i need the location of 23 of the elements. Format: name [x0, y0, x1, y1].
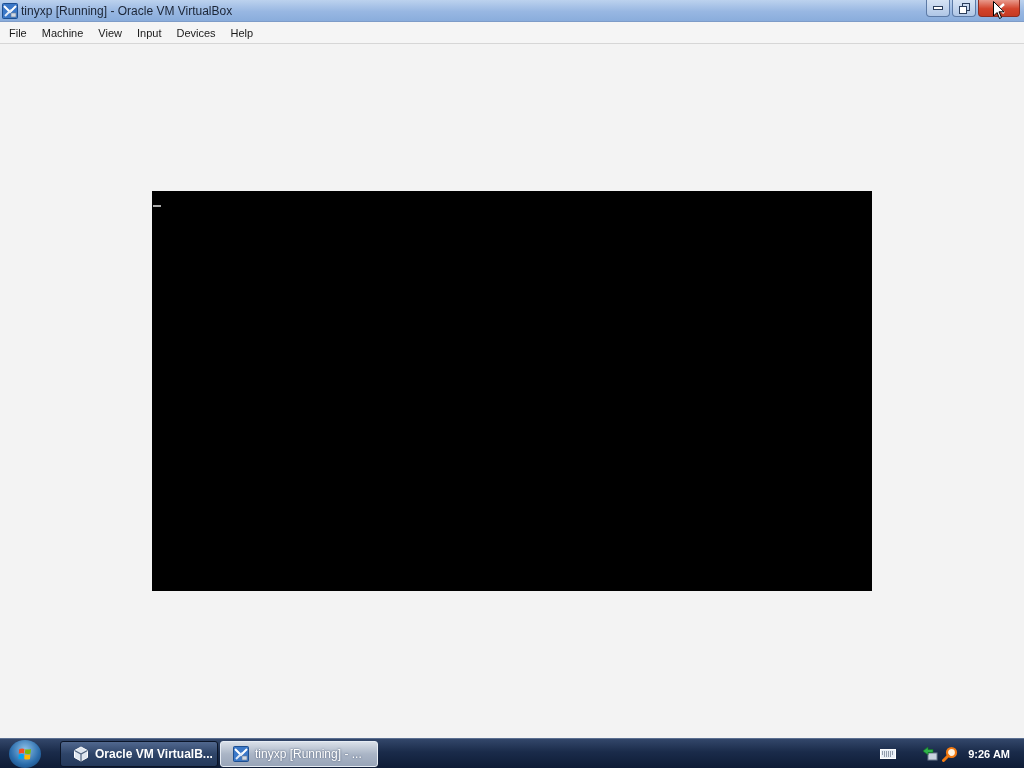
computer-arrow-icon[interactable]	[922, 745, 939, 762]
restore-button[interactable]	[952, 0, 976, 17]
menu-item[interactable]: Devices	[170, 24, 222, 41]
window-title: tinyxp [Running] - Oracle VM VirtualBox	[21, 3, 233, 18]
magnifier-icon[interactable]	[942, 745, 959, 762]
minimize-icon	[933, 6, 943, 10]
menu-item[interactable]: View	[92, 24, 128, 41]
start-button[interactable]	[9, 739, 41, 768]
minimize-button[interactable]	[926, 0, 950, 17]
taskbar-button[interactable]: Oracle VM VirtualB...	[60, 740, 218, 767]
restore-icon	[958, 2, 970, 14]
menu-item[interactable]: Input	[130, 24, 168, 41]
clock[interactable]: 9:26 AM	[968, 747, 1010, 760]
text-cursor-icon	[153, 205, 161, 207]
mouse-pointer-icon	[993, 1, 1005, 20]
app-icon	[233, 745, 249, 762]
menu-item[interactable]: Machine	[35, 24, 90, 41]
keyboard-icon[interactable]	[880, 748, 897, 759]
flag-icon	[18, 746, 32, 761]
cube-icon	[73, 745, 89, 762]
app-icon	[2, 2, 18, 19]
menu-item[interactable]: File	[3, 24, 33, 41]
menu-item[interactable]: Help	[224, 24, 260, 41]
